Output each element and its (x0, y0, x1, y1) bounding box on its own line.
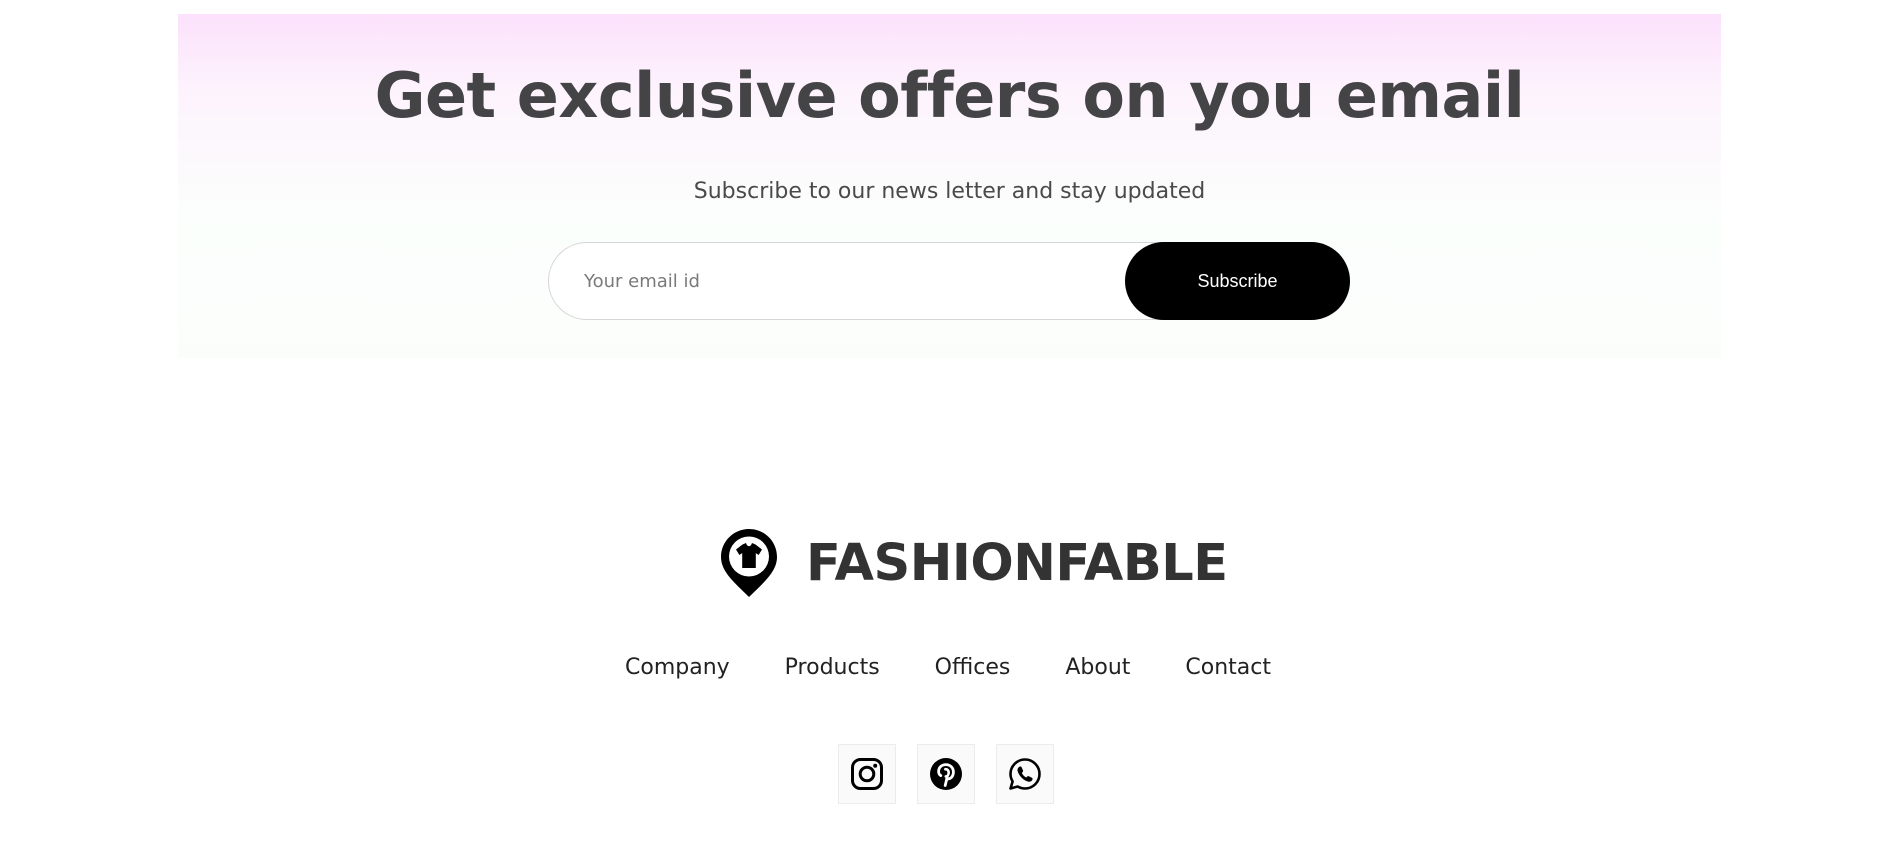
footer-brand[interactable]: FASHIONFABLE (719, 527, 1228, 599)
subscribe-button[interactable]: Subscribe (1125, 242, 1350, 320)
footer-link-offices[interactable]: Offices (935, 655, 1011, 680)
footer-link-about[interactable]: About (1065, 655, 1130, 680)
social-links (838, 744, 1054, 804)
map-pin-tshirt-icon (721, 529, 777, 597)
newsletter-section: Get exclusive offers on you email Subscr… (178, 14, 1721, 358)
footer-link-contact[interactable]: Contact (1185, 655, 1271, 680)
page: Get exclusive offers on you email Subscr… (0, 0, 1896, 856)
pinterest-icon (930, 758, 962, 790)
footer-link-products[interactable]: Products (785, 655, 880, 680)
footer-nav: Company Products Offices About Contact (0, 655, 1896, 680)
brand-name: FASHIONFABLE (806, 533, 1228, 593)
subscribe-form: Subscribe (548, 242, 1350, 320)
instagram-button[interactable] (838, 744, 896, 804)
newsletter-subtitle: Subscribe to our news letter and stay up… (693, 179, 1206, 204)
pinterest-button[interactable] (917, 744, 975, 804)
newsletter-title: Get exclusive offers on you email (374, 59, 1525, 132)
whatsapp-icon (1009, 758, 1041, 790)
footer-link-company[interactable]: Company (625, 655, 730, 680)
instagram-icon (851, 758, 883, 790)
whatsapp-button[interactable] (996, 744, 1054, 804)
